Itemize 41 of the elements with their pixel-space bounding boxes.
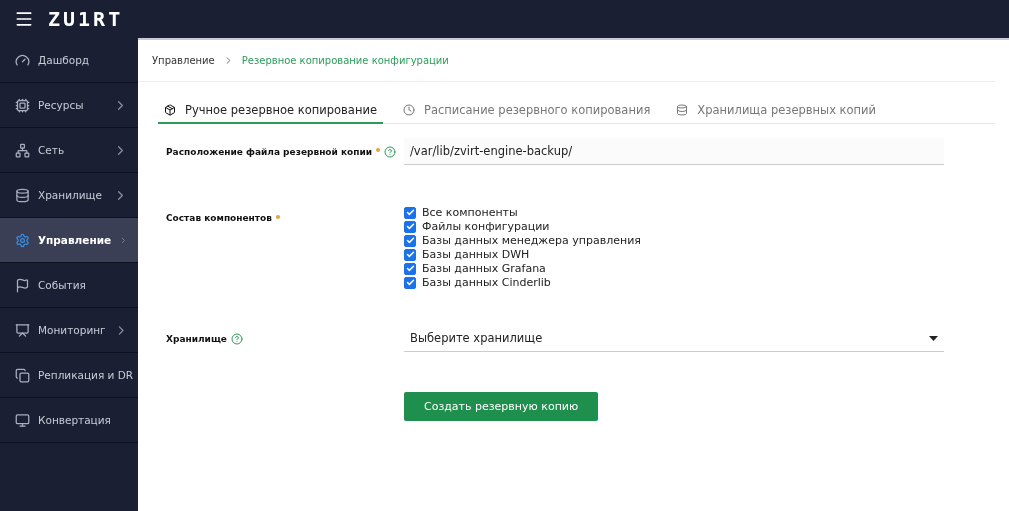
field-label: Состав компонентов (166, 213, 272, 223)
database-icon (676, 104, 689, 116)
checkbox[interactable]: Базы данных Grafana (404, 262, 944, 275)
tab[interactable]: Расписание резервного копирования (396, 99, 657, 124)
breadcrumb-link[interactable]: Управление (152, 55, 215, 66)
field-label: Хранилище (166, 334, 227, 344)
dropdown-caret-icon (929, 335, 938, 341)
checkbox[interactable]: Все компоненты (404, 206, 944, 219)
monitor-icon (15, 412, 30, 428)
checkbox-box[interactable] (404, 262, 416, 275)
checkbox-box[interactable] (404, 234, 416, 247)
help-icon[interactable] (230, 333, 243, 345)
copy-icon (15, 367, 30, 383)
chip-icon (15, 97, 30, 113)
checkbox-box[interactable] (404, 248, 416, 261)
checkbox-box[interactable] (404, 206, 416, 219)
create-backup-button[interactable]: Создать резервную копию (404, 392, 599, 421)
checkbox[interactable]: Базы данных DWH (404, 248, 944, 261)
checkbox[interactable]: Базы данных Cinderlib (404, 276, 944, 289)
box-icon (164, 104, 176, 116)
settings-icon (15, 232, 30, 248)
chart-monitor-icon (15, 322, 30, 338)
database-icon (15, 187, 30, 203)
input-field[interactable]: /var/lib/zvirt-engine-backup/ (404, 138, 944, 165)
help-icon[interactable] (384, 146, 397, 158)
checkbox[interactable]: Файлы конфигурации (404, 220, 944, 233)
checkbox[interactable]: Базы данных менеджера управления (404, 234, 944, 247)
clock-icon (402, 104, 415, 116)
tab[interactable]: Хранилища резервных копий (670, 99, 883, 124)
select-field[interactable]: Выберите хранилище (404, 325, 944, 352)
breadcrumb-link[interactable]: Резервное копирование конфигурации (241, 55, 449, 66)
flag-icon (15, 277, 30, 293)
sidebar-item[interactable]: Управление (0, 218, 138, 263)
menu-icon[interactable] (14, 9, 34, 29)
checkbox-box[interactable] (404, 220, 416, 233)
checkbox-box[interactable] (404, 276, 416, 289)
network-icon (15, 142, 30, 158)
tab[interactable]: Ручное резервное копирование (158, 99, 383, 124)
logo: ZU1RT (48, 7, 124, 31)
gauge-icon (15, 52, 30, 68)
field-label: Расположение файла резервной копии (166, 147, 373, 157)
